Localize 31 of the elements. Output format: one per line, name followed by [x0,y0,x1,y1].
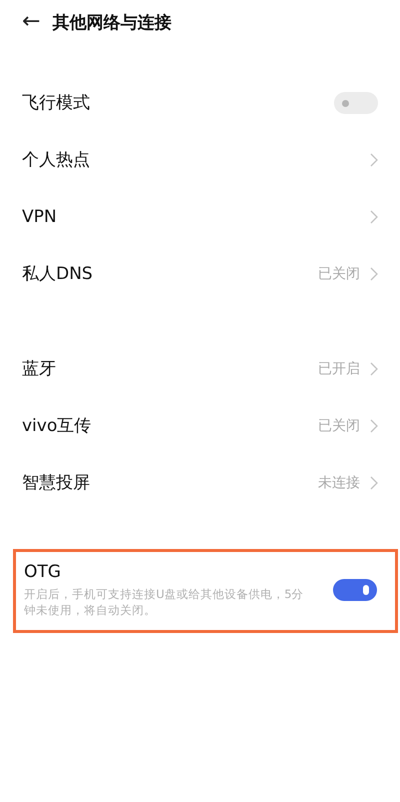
status-text: 已关闭 [318,264,360,282]
chevron-right-icon [370,210,378,224]
setting-row[interactable]: 私人DNS 已关闭 [0,245,400,302]
setting-label: 飞行模式 [22,92,91,114]
setting-row[interactable]: 个人热点 [0,131,400,188]
status-text: 已开启 [318,360,360,378]
setting-label: 私人DNS [22,263,94,285]
status-text: 未连接 [318,474,360,492]
setting-label: OTG [24,562,62,582]
setting-row[interactable]: VPN [0,188,400,245]
setting-row[interactable]: 蓝牙 已开启 [0,340,400,397]
status-text: 已关闭 [318,416,360,434]
chevron-right-icon [370,476,378,490]
setting-label: VPN [22,206,58,226]
setting-label: 智慧投屏 [22,472,91,494]
setting-row[interactable]: 智慧投屏 未连接 [0,454,400,511]
setting-label: vivo互传 [22,415,92,437]
chevron-right-icon [370,266,378,280]
chevron-right-icon [370,152,378,166]
setting-description: 开启后，手机可支持连接U盘或给其他设备供电，5分钟未使用，将自动关闭。 [24,586,305,618]
chevron-right-icon [370,418,378,432]
back-button[interactable]: ← [22,11,40,33]
highlighted-setting-row[interactable]: OTG 开启后，手机可支持连接U盘或给其他设备供电，5分钟未使用，将自动关闭。 [13,549,398,633]
setting-label: 蓝牙 [22,358,57,380]
chevron-right-icon [370,362,378,376]
setting-row[interactable]: 飞行模式 [0,74,400,131]
toggle-switch[interactable] [334,92,378,114]
setting-row[interactable]: vivo互传 已关闭 [0,397,400,454]
page-title: 其他网络与连接 [52,12,172,34]
setting-label: 个人热点 [22,149,91,171]
toggle-switch[interactable] [333,579,377,601]
